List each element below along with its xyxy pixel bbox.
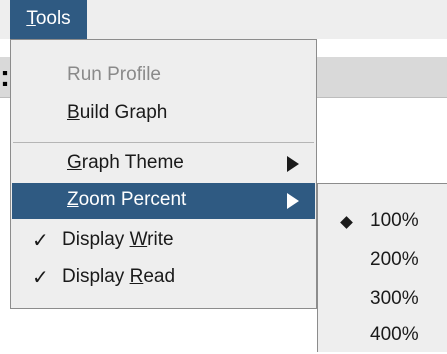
- menu-item-display-write[interactable]: ✓ Display Write: [12, 223, 315, 259]
- menu-item-build-graph[interactable]: Build Graph: [12, 96, 315, 132]
- menu-item-zoom-percent[interactable]: Zoom Percent: [12, 183, 315, 219]
- selected-diamond-icon: [340, 216, 353, 229]
- menu-tools[interactable]: Tools: [10, 0, 87, 39]
- zoom-submenu: 100% 200% 300% 400%: [317, 183, 447, 352]
- menu-item-display-read[interactable]: ✓ Display Read: [12, 260, 315, 296]
- partial-background-glyph: :: [0, 60, 10, 93]
- menu-item-run-profile: Run Profile: [67, 64, 161, 85]
- checkmark-icon: ✓: [32, 230, 49, 252]
- menu-separator: [13, 142, 314, 143]
- submenu-arrow-icon: [287, 193, 299, 209]
- zoom-option-400[interactable]: 400%: [318, 318, 447, 354]
- menu-bar: Tools: [0, 0, 447, 39]
- submenu-arrow-icon: [287, 156, 299, 172]
- zoom-option-200[interactable]: 200%: [318, 243, 447, 279]
- zoom-option-300[interactable]: 300%: [318, 282, 447, 318]
- zoom-option-100[interactable]: 100%: [318, 204, 447, 240]
- tools-menu-popup: Run Profile Build Graph Graph Theme Zoom…: [10, 39, 317, 309]
- checkmark-icon: ✓: [32, 267, 49, 289]
- menu-item-graph-theme[interactable]: Graph Theme: [12, 146, 315, 182]
